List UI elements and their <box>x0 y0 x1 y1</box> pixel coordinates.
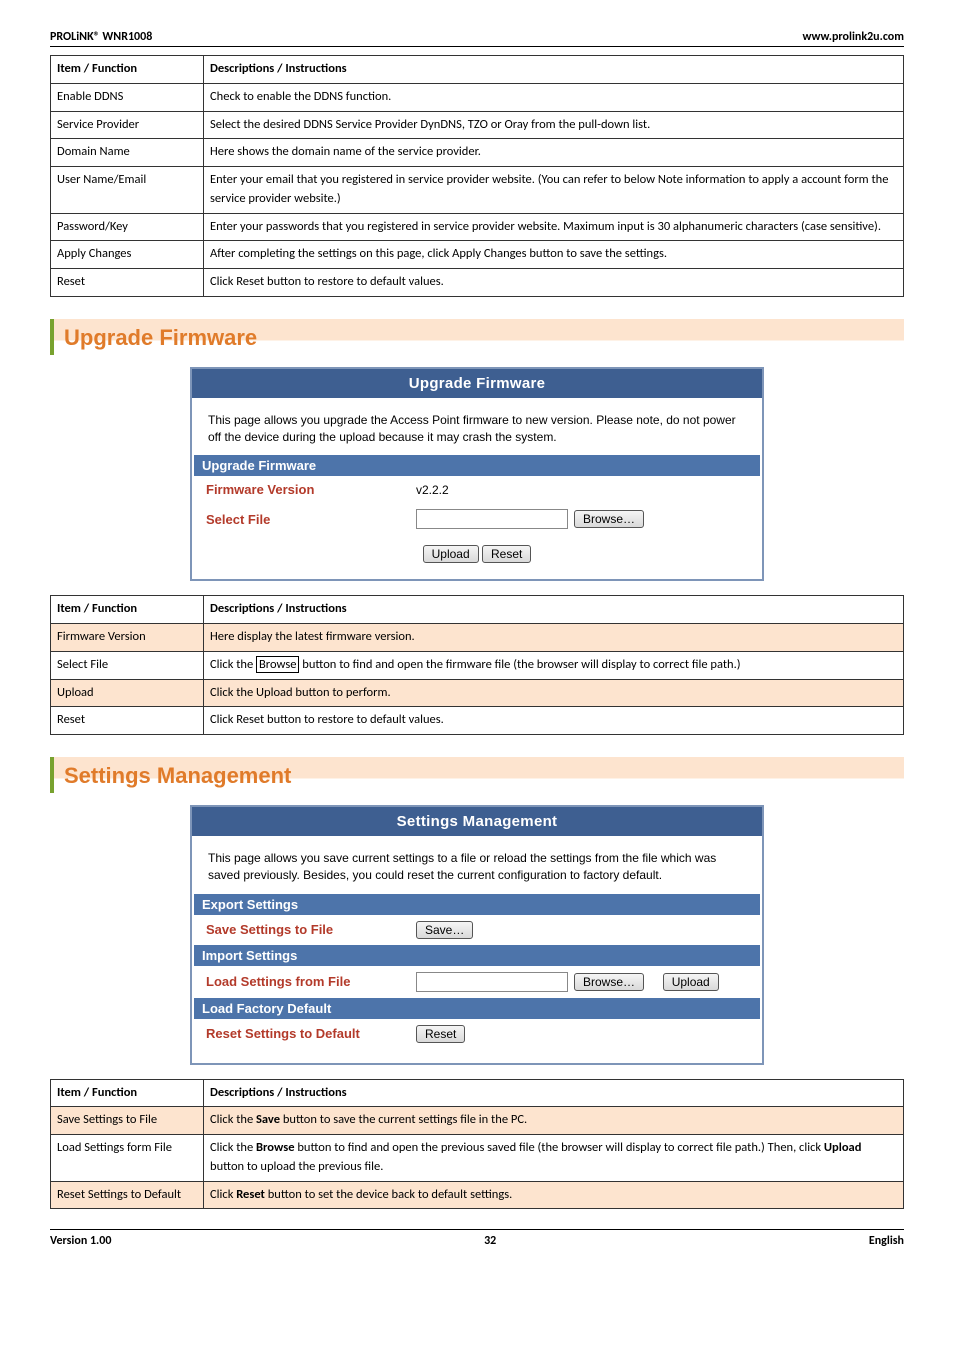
heading-upgrade-firmware: Upgrade Firmware <box>50 319 904 355</box>
th-item: Item / Function <box>51 1079 204 1107</box>
subhead-export: Export Settings <box>194 894 760 915</box>
panel-title: Settings Management <box>192 807 762 836</box>
firmware-version-label: Firmware Version <box>206 482 416 497</box>
reset-settings-label: Reset Settings to Default <box>206 1026 416 1041</box>
select-file-label: Select File <box>206 512 416 527</box>
cell-desc: Click the Upload button to perform. <box>204 679 904 707</box>
cell-item: Firmware Version <box>51 624 204 652</box>
cell-desc: Select the desired DDNS Service Provider… <box>204 111 904 139</box>
upload-button[interactable]: Upload <box>423 545 479 563</box>
cell-desc: Check to enable the DDNS function. <box>204 83 904 111</box>
cell-desc: Here shows the domain name of the servic… <box>204 139 904 167</box>
browse-button[interactable]: Browse… <box>574 973 644 991</box>
page-header: PROLiNK® WNR1008 www.prolink2u.com <box>50 30 904 47</box>
panel-upgrade-firmware: Upgrade Firmware This page allows you up… <box>190 367 764 582</box>
cell-desc: Click Reset button to restore to default… <box>204 707 904 735</box>
footer-center: 32 <box>111 1234 868 1248</box>
header-right: www.prolink2u.com <box>803 30 904 44</box>
cell-item: Upload <box>51 679 204 707</box>
header-left: PROLiNK® WNR1008 <box>50 30 152 44</box>
panel-subhead: Upgrade Firmware <box>194 455 760 476</box>
cell-item: Password/Key <box>51 213 204 241</box>
save-settings-label: Save Settings to File <box>206 922 416 937</box>
cell-item: Reset <box>51 269 204 297</box>
panel-intro: This page allows you upgrade the Access … <box>192 398 762 456</box>
cell-item: Reset <box>51 707 204 735</box>
cell-desc: Click the Save button to save the curren… <box>204 1107 904 1135</box>
upload-button[interactable]: Upload <box>663 973 719 991</box>
save-button[interactable]: Save… <box>416 921 473 939</box>
cell-desc: After completing the settings on this pa… <box>204 241 904 269</box>
settings-table: Item / Function Descriptions / Instructi… <box>50 1079 904 1210</box>
th-item: Item / Function <box>51 596 204 624</box>
cell-item: Enable DDNS <box>51 83 204 111</box>
reset-button[interactable]: Reset <box>416 1025 465 1043</box>
cell-item: User Name/Email <box>51 167 204 214</box>
panel-title: Upgrade Firmware <box>192 369 762 398</box>
cell-item: Domain Name <box>51 139 204 167</box>
panel-settings-management: Settings Management This page allows you… <box>190 805 764 1065</box>
cell-item: Service Provider <box>51 111 204 139</box>
cell-desc: Click the Browse button to find and open… <box>204 651 904 679</box>
th-item: Item / Function <box>51 56 204 84</box>
th-desc: Descriptions / Instructions <box>204 1079 904 1107</box>
cell-item: Save Settings to File <box>51 1107 204 1135</box>
boxed-browse: Browse <box>256 656 299 673</box>
cell-item: Load Settings form File <box>51 1135 204 1182</box>
cell-item: Select File <box>51 651 204 679</box>
cell-desc: Enter your email that you registered in … <box>204 167 904 214</box>
file-input[interactable] <box>416 509 568 529</box>
subhead-factory: Load Factory Default <box>194 998 760 1019</box>
cell-item: Reset Settings to Default <box>51 1181 204 1209</box>
panel-intro: This page allows you save current settin… <box>192 836 762 894</box>
page-footer: Version 1.00 32 English <box>50 1229 904 1248</box>
subhead-import: Import Settings <box>194 945 760 966</box>
cell-desc: Click Reset button to restore to default… <box>204 269 904 297</box>
th-desc: Descriptions / Instructions <box>204 56 904 84</box>
upgrade-table: Item / Function Descriptions / Instructi… <box>50 595 904 735</box>
th-desc: Descriptions / Instructions <box>204 596 904 624</box>
reset-button[interactable]: Reset <box>482 545 531 563</box>
footer-right: English <box>869 1234 904 1248</box>
cell-desc: Enter your passwords that you registered… <box>204 213 904 241</box>
cell-desc: Here display the latest firmware version… <box>204 624 904 652</box>
cell-item: Apply Changes <box>51 241 204 269</box>
load-settings-label: Load Settings from File <box>206 974 416 989</box>
footer-left: Version 1.00 <box>50 1234 111 1248</box>
ddns-table: Item / Function Descriptions / Instructi… <box>50 55 904 297</box>
browse-button[interactable]: Browse… <box>574 510 644 528</box>
file-input[interactable] <box>416 972 568 992</box>
firmware-version-value: v2.2.2 <box>416 483 748 497</box>
cell-desc: Click the Browse button to find and open… <box>204 1135 904 1182</box>
cell-desc: Click Reset button to set the device bac… <box>204 1181 904 1209</box>
heading-settings-management: Settings Management <box>50 757 904 793</box>
